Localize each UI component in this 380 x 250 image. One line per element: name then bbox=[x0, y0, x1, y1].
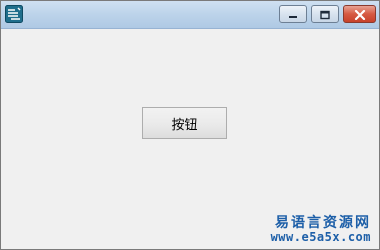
maximize-button[interactable] bbox=[311, 5, 339, 23]
minimize-icon bbox=[287, 5, 299, 24]
app-window: 按钮 易语言资源网 www.e5a5x.com bbox=[0, 0, 380, 250]
title-bar[interactable] bbox=[1, 1, 379, 29]
watermark: 易语言资源网 www.e5a5x.com bbox=[271, 215, 371, 245]
minimize-button[interactable] bbox=[279, 5, 307, 23]
maximize-icon bbox=[319, 5, 331, 24]
client-area: 按钮 易语言资源网 www.e5a5x.com bbox=[1, 29, 379, 249]
watermark-url: www.e5a5x.com bbox=[270, 230, 371, 245]
main-button[interactable]: 按钮 bbox=[142, 107, 227, 139]
close-button[interactable] bbox=[343, 5, 376, 23]
watermark-site-name: 易语言资源网 bbox=[275, 215, 371, 232]
app-logo-icon bbox=[5, 5, 23, 23]
close-icon bbox=[354, 5, 366, 24]
